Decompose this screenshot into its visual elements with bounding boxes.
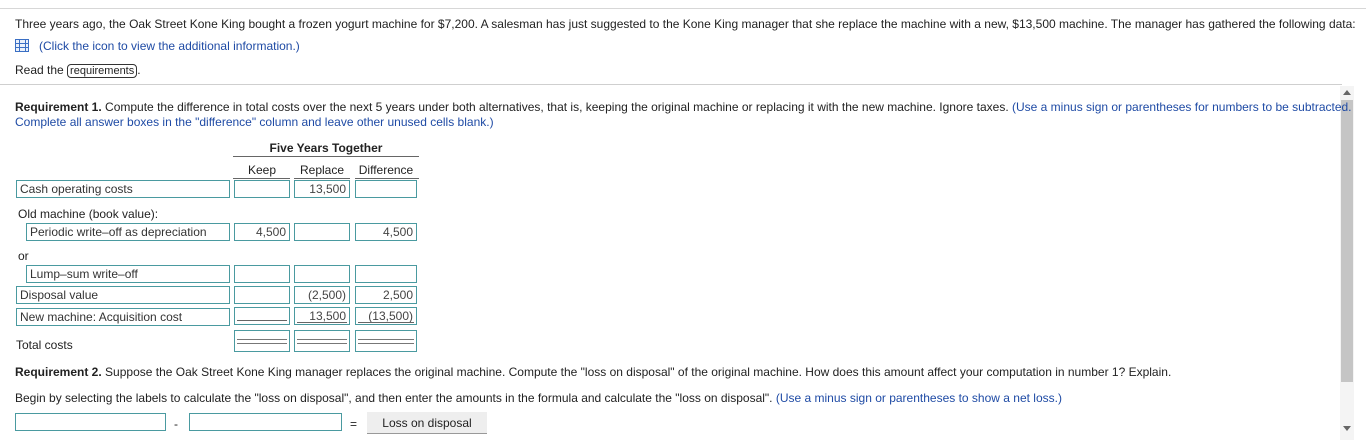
periodic-difference-input[interactable]: 4,500 bbox=[355, 223, 417, 241]
replace-column-header: Replace bbox=[299, 163, 345, 177]
lump-sum-replace-input[interactable] bbox=[294, 265, 350, 283]
top-rule bbox=[0, 8, 1366, 9]
requirement-2-line: Requirement 2. Suppose the Oak Street Ko… bbox=[15, 365, 1171, 379]
period-text: . bbox=[137, 63, 141, 77]
difference-header-rule bbox=[355, 178, 419, 179]
scroll-thumb[interactable] bbox=[1341, 100, 1353, 382]
new-machine-keep-input[interactable] bbox=[234, 307, 290, 325]
total-costs-label: Total costs bbox=[16, 338, 73, 352]
data-table-icon[interactable] bbox=[15, 39, 29, 52]
total-difference-input[interactable] bbox=[355, 330, 417, 352]
header-rule bbox=[233, 156, 419, 157]
read-the-text: Read the bbox=[15, 63, 64, 77]
disposal-value-label[interactable]: Disposal value bbox=[16, 286, 230, 304]
or-text: or bbox=[18, 249, 29, 263]
five-years-together-header: Five Years Together bbox=[269, 141, 383, 155]
total-replace-input[interactable] bbox=[294, 330, 350, 352]
disposal-difference-input[interactable]: 2,500 bbox=[355, 286, 417, 304]
requirement-1-hint: (Use a minus sign or parentheses for num… bbox=[1008, 100, 1352, 114]
loss-formula-first-label-select[interactable] bbox=[15, 413, 166, 431]
requirement-1-line: Requirement 1. Compute the difference in… bbox=[15, 100, 1352, 114]
intro-text: Three years ago, the Oak Street Kone Kin… bbox=[15, 17, 1356, 31]
section-divider bbox=[0, 84, 1342, 85]
minus-operator: - bbox=[174, 417, 178, 431]
lump-sum-difference-input[interactable] bbox=[355, 265, 417, 283]
scrollbar[interactable] bbox=[1340, 86, 1354, 440]
lump-sum-keep-input[interactable] bbox=[234, 265, 290, 283]
replace-subtotal-rule bbox=[297, 322, 347, 323]
replace-header-rule bbox=[294, 178, 350, 179]
scroll-up-arrow-icon[interactable] bbox=[1343, 90, 1351, 95]
loss-formula-second-label-select[interactable] bbox=[189, 413, 342, 431]
disposal-replace-input[interactable]: (2,500) bbox=[294, 286, 350, 304]
requirement-1-title: Requirement 1. bbox=[15, 100, 102, 114]
equals-operator: = bbox=[350, 417, 358, 431]
periodic-keep-input[interactable]: 4,500 bbox=[234, 223, 290, 241]
requirement-2-instruction-line: Begin by selecting the labels to calcula… bbox=[15, 391, 1062, 405]
cash-operating-replace-input[interactable]: 13,500 bbox=[294, 180, 350, 198]
difference-column-header: Difference bbox=[358, 163, 414, 177]
requirement-1-text: Compute the difference in total costs ov… bbox=[101, 100, 1009, 114]
cash-operating-keep-input[interactable] bbox=[234, 180, 290, 198]
requirement-2-instruction: Begin by selecting the labels to calcula… bbox=[15, 391, 773, 405]
read-requirements-line: Read the requirements. bbox=[15, 63, 141, 78]
requirement-2-title: Requirement 2. bbox=[15, 365, 102, 379]
cash-operating-costs-label[interactable]: Cash operating costs bbox=[16, 180, 230, 198]
additional-info-link[interactable]: (Click the icon to view the additional i… bbox=[39, 39, 300, 53]
keep-subtotal-rule bbox=[237, 320, 287, 321]
requirements-button[interactable]: requirements bbox=[67, 64, 138, 78]
periodic-write-off-label[interactable]: Periodic write–off as depreciation bbox=[26, 223, 230, 241]
keep-column-header: Keep bbox=[247, 163, 277, 177]
cash-operating-difference-input[interactable] bbox=[355, 180, 417, 198]
old-machine-heading: Old machine (book value): bbox=[18, 207, 159, 221]
new-machine-acquisition-label[interactable]: New machine: Acquisition cost bbox=[16, 308, 230, 326]
disposal-keep-input[interactable] bbox=[234, 286, 290, 304]
difference-subtotal-rule bbox=[358, 322, 414, 323]
requirement-2-text: Suppose the Oak Street Kone King manager… bbox=[101, 365, 1172, 379]
lump-sum-write-off-label[interactable]: Lump–sum write–off bbox=[26, 265, 230, 283]
requirement-2-hint: (Use a minus sign or parentheses to show… bbox=[772, 391, 1062, 405]
loss-on-disposal-label: Loss on disposal bbox=[367, 412, 487, 434]
periodic-replace-input[interactable] bbox=[294, 223, 350, 241]
scroll-down-arrow-icon[interactable] bbox=[1343, 426, 1351, 431]
requirement-1-hint-2: Complete all answer boxes in the "differ… bbox=[15, 115, 494, 129]
keep-header-rule bbox=[233, 178, 290, 179]
total-keep-input[interactable] bbox=[234, 330, 290, 352]
